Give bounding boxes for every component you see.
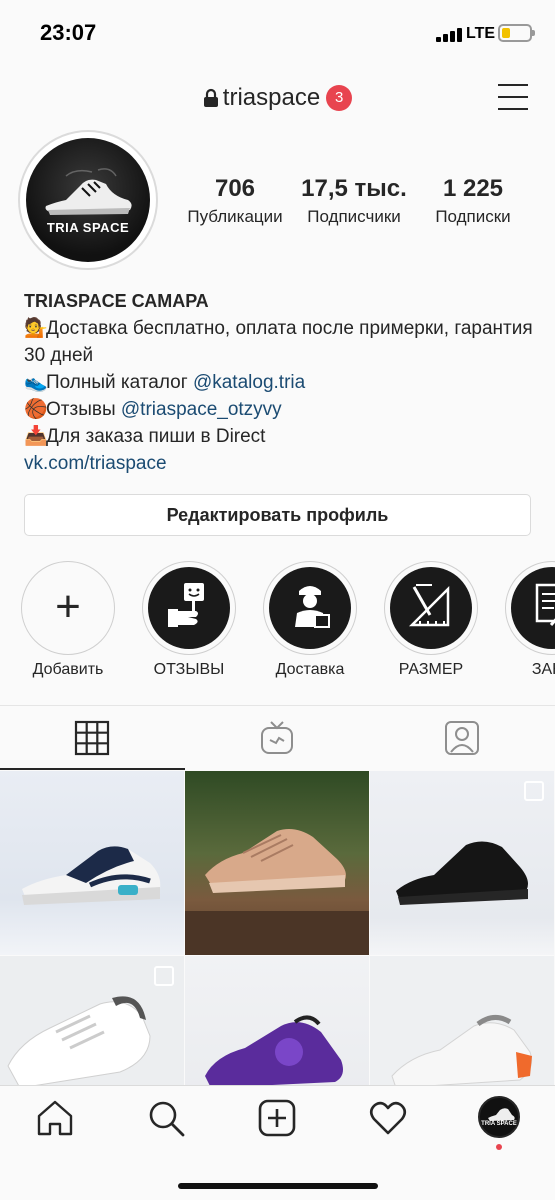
tab-tagged[interactable] (370, 706, 555, 770)
bio-order-text: Для заказа пиши в Direct (46, 426, 266, 447)
profile-avatar[interactable]: TRIA SPACE (18, 130, 158, 270)
heart-icon (369, 1101, 407, 1135)
courier-icon (295, 586, 330, 628)
grid-icon (74, 720, 110, 756)
stat-posts-label: Публикации (187, 207, 283, 226)
tab-grid[interactable] (0, 706, 185, 770)
stat-following-label: Подписки (435, 207, 511, 226)
bio: TRIASPACE САМАРА 💁Доставка бесплатно, оп… (24, 288, 539, 477)
bio-line-delivery: 💁Доставка бесплатно, оплата после пример… (24, 315, 539, 369)
bio-delivery-text: Доставка бесплатно, оплата после примерк… (24, 318, 533, 366)
home-icon (37, 1100, 73, 1136)
home-indicator[interactable] (178, 1183, 378, 1189)
sneaker-photo (185, 829, 369, 955)
stat-following[interactable]: 1 225 Подписки (418, 175, 528, 227)
status-bar: 23:07 LTE (0, 0, 555, 70)
post-thumbnail[interactable] (185, 771, 369, 955)
nav-home[interactable] (35, 1098, 75, 1138)
add-post-icon (258, 1099, 296, 1137)
reviews-mention-link[interactable]: @triaspace_otzyvy (121, 399, 282, 420)
post-thumbnail[interactable] (0, 771, 184, 955)
post-thumbnail[interactable] (0, 956, 184, 1086)
stat-following-count: 1 225 (442, 175, 504, 202)
highlight-label: ОТЗЫВЫ (153, 661, 225, 678)
stat-followers-count: 17,5 тыс. (301, 175, 407, 202)
notification-badge: 3 (326, 85, 353, 111)
highlight-label: ЗАКА (531, 661, 555, 678)
highlight-size[interactable]: РАЗМЕР (384, 561, 478, 679)
search-icon (149, 1101, 185, 1137)
account-switcher[interactable]: triaspace 3 (0, 84, 555, 112)
bio-reviews-text: Отзывы (46, 399, 121, 420)
highlight-label: Доставка (275, 661, 345, 678)
post-thumbnail[interactable] (185, 956, 369, 1086)
posts-grid (0, 771, 555, 1086)
ruler-icon (408, 584, 450, 627)
activity-dot (496, 1144, 502, 1150)
catalog-mention-link[interactable]: @katalog.tria (193, 372, 305, 393)
bio-line-catalog: 👟Полный каталог @katalog.tria (24, 369, 539, 396)
avatar-brand-text: TRIA SPACE (46, 220, 130, 235)
stat-followers-label: Подписчики (307, 207, 401, 226)
multiple-photos-icon (524, 781, 544, 801)
hamburger-icon[interactable] (498, 84, 528, 110)
highlight-reviews[interactable]: ОТЗЫВЫ (142, 561, 236, 679)
tab-igtv[interactable] (185, 706, 370, 770)
sneaker-icon: 👟 (24, 372, 48, 393)
nav-search[interactable] (146, 1098, 186, 1138)
edit-profile-button[interactable]: Редактировать профиль (24, 494, 531, 536)
post-thumbnail[interactable] (370, 771, 554, 955)
signal-icon (436, 28, 462, 42)
igtv-icon (261, 721, 293, 754)
lock-icon (203, 88, 218, 107)
multiple-photos-icon (154, 966, 174, 986)
battery-icon (498, 24, 535, 42)
review-sign-icon (168, 583, 204, 627)
nav-profile[interactable]: TRIA SPACE (478, 1096, 520, 1138)
avatar-image: TRIA SPACE (26, 138, 150, 262)
stat-posts[interactable]: 706 Публикации (180, 175, 290, 227)
website-link[interactable]: vk.com/triaspace (24, 450, 539, 477)
sneaker-photo (391, 1015, 533, 1086)
bottom-nav: TRIA SPACE (0, 1085, 555, 1200)
plus-icon: + (55, 582, 81, 631)
sneaker-photo (22, 846, 161, 905)
nav-new-post[interactable] (257, 1098, 297, 1138)
highlight-add[interactable]: + Добавить (21, 561, 115, 679)
bio-catalog-text: Полный каталог (46, 372, 193, 393)
highlight-label: Добавить (32, 661, 104, 678)
highlight-delivery[interactable]: Доставка (263, 561, 357, 679)
post-thumbnail[interactable] (370, 956, 554, 1086)
sneaker-logo-icon (45, 168, 132, 215)
network-label: LTE (466, 25, 496, 42)
inbox-tray-icon: 📥 (24, 426, 48, 447)
person-tipping-hand-icon: 💁 (24, 318, 48, 339)
profile-header: triaspace 3 (0, 70, 555, 130)
basketball-icon: 🏀 (24, 399, 48, 420)
profile-name: TRIASPACE САМАРА (24, 291, 209, 311)
nav-avatar-text: TRIA SPACE (481, 1121, 517, 1127)
sneaker-photo (205, 1015, 343, 1086)
highlight-order[interactable]: ЗАКА (505, 561, 555, 679)
nav-activity[interactable] (368, 1098, 408, 1138)
stat-posts-count: 706 (214, 175, 256, 202)
bio-line-order: 📥Для заказа пиши в Direct (24, 423, 539, 450)
tagged-person-icon (445, 721, 479, 755)
order-form-icon (535, 583, 555, 626)
bio-line-reviews: 🏀Отзывы @triaspace_otzyvy (24, 396, 539, 423)
clock: 23:07 (40, 20, 97, 45)
highlight-label: РАЗМЕР (398, 661, 464, 678)
username: triaspace (222, 84, 321, 111)
stat-followers[interactable]: 17,5 тыс. Подписчики (296, 175, 412, 227)
